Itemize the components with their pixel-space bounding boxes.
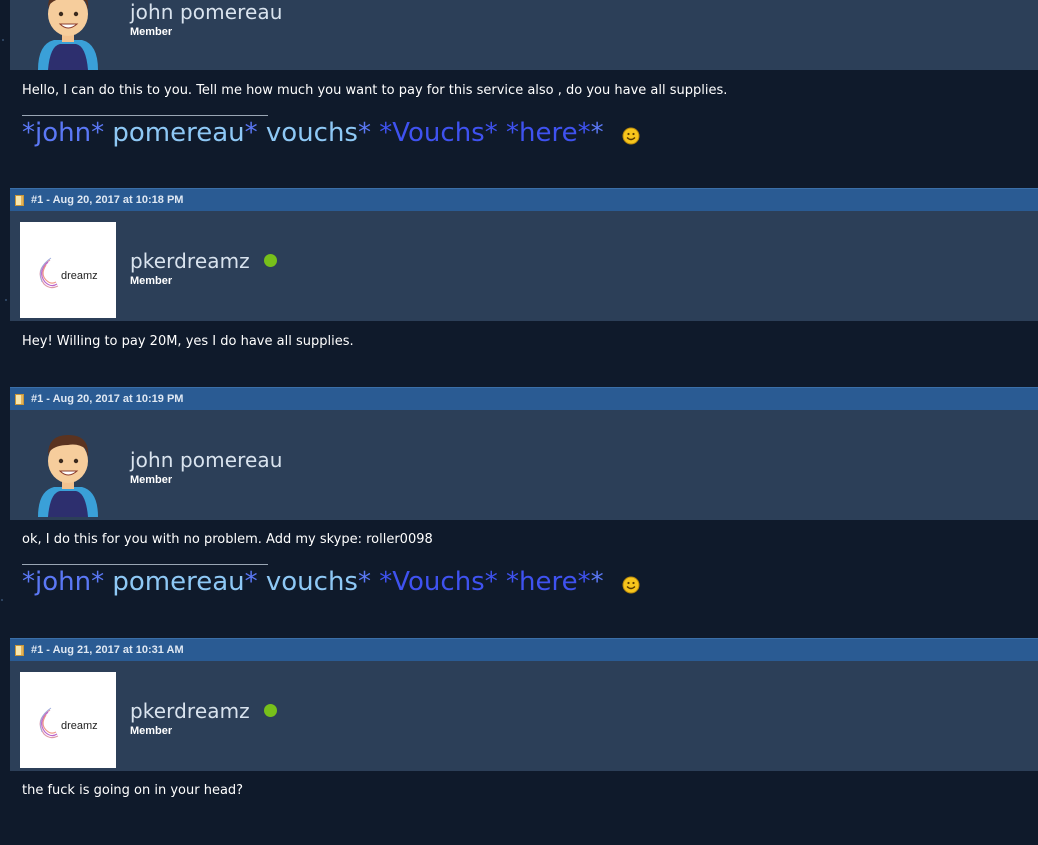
smiley-icon [622, 127, 640, 144]
post-permalink[interactable]: #1 - Aug 20, 2017 at 10:19 PM [31, 393, 183, 405]
signature-part: *john* [22, 567, 105, 597]
avatar[interactable] [20, 0, 116, 70]
signature-part: *here* [497, 567, 591, 597]
online-status-icon [263, 254, 277, 267]
post: #1 - Aug 20, 2017 at 10:18 PM dreamz pke… [10, 188, 1038, 387]
signature-part: * [244, 567, 258, 597]
post-message: the fuck is going on in your head? [22, 783, 244, 798]
signature[interactable]: *john* pomereau* vouchs* *Vouchs* *here*… [22, 567, 640, 597]
signature-part: * [357, 567, 371, 597]
avatar-cartoon-icon [38, 0, 98, 70]
post-body: Hey! Willing to pay 20M, yes I do have a… [10, 321, 1038, 387]
user-panel: dreamz pkerdreamz Member [10, 211, 1038, 321]
author-name[interactable]: john pomereau [130, 448, 283, 472]
user-panel: john pomereau Member [10, 410, 1038, 520]
signature-divider [22, 115, 268, 116]
signature-part: pomereau [104, 567, 245, 597]
post: #1 - Aug 21, 2017 at 10:31 AM dreamz pke… [10, 638, 1038, 841]
user-panel: john pomereau Member [10, 0, 1038, 70]
post-body: ok, I do this for you with no problem. A… [10, 520, 1038, 638]
author-name-text[interactable]: pkerdreamz [130, 699, 250, 723]
thread: john pomereau Member Hello, I can do thi… [10, 0, 1038, 841]
post-document-icon [15, 644, 24, 656]
signature-part: *Vouchs* [370, 567, 498, 597]
post-header[interactable]: #1 - Aug 20, 2017 at 10:18 PM [10, 188, 1038, 211]
post-header[interactable]: #1 - Aug 20, 2017 at 10:19 PM [10, 387, 1038, 410]
signature-part: vouchs [257, 567, 358, 597]
signature-part: *here* [497, 118, 591, 148]
avatar-label: dreamz [61, 720, 98, 732]
signature-part: *john* [22, 118, 105, 148]
avatar-label: dreamz [61, 270, 98, 282]
post-document-icon [15, 194, 24, 206]
signature-part: vouchs [257, 118, 358, 148]
author-name[interactable]: pkerdreamz [130, 699, 277, 723]
author-name[interactable]: pkerdreamz [130, 249, 277, 273]
avatar-cartoon-icon [38, 435, 98, 517]
signature[interactable]: *john* pomereau* vouchs* *Vouchs* *here*… [22, 118, 640, 148]
avatar[interactable] [20, 421, 116, 517]
author-role: Member [130, 26, 173, 38]
post-body: Hello, I can do this to you. Tell me how… [10, 70, 1038, 188]
signature-part: * [357, 118, 371, 148]
user-panel: dreamz pkerdreamz Member [10, 661, 1038, 771]
author-role: Member [130, 474, 173, 486]
post: #1 - Aug 20, 2017 at 10:19 PM john pomer… [10, 387, 1038, 638]
avatar[interactable]: dreamz [20, 672, 116, 768]
signature-part: pomereau [104, 118, 245, 148]
signature-part: * [244, 118, 258, 148]
post-permalink[interactable]: #1 - Aug 20, 2017 at 10:18 PM [31, 194, 183, 206]
post-message: ok, I do this for you with no problem. A… [22, 532, 433, 547]
author-role: Member [130, 275, 173, 287]
post: john pomereau Member Hello, I can do thi… [10, 0, 1038, 188]
post-permalink[interactable]: #1 - Aug 21, 2017 at 10:31 AM [31, 644, 184, 656]
author-name[interactable]: john pomereau [130, 0, 283, 24]
post-body: the fuck is going on in your head? [10, 771, 1038, 841]
author-name-text[interactable]: pkerdreamz [130, 249, 250, 273]
post-message: Hey! Willing to pay 20M, yes I do have a… [22, 334, 354, 349]
signature-part: *Vouchs* [370, 118, 498, 148]
post-message: Hello, I can do this to you. Tell me how… [22, 83, 728, 98]
avatar[interactable]: dreamz [20, 222, 116, 318]
author-role: Member [130, 725, 173, 737]
smiley-icon [622, 576, 640, 593]
post-document-icon [15, 393, 24, 405]
post-header[interactable]: #1 - Aug 21, 2017 at 10:31 AM [10, 638, 1038, 661]
online-status-icon [263, 704, 277, 717]
signature-divider [22, 564, 268, 565]
